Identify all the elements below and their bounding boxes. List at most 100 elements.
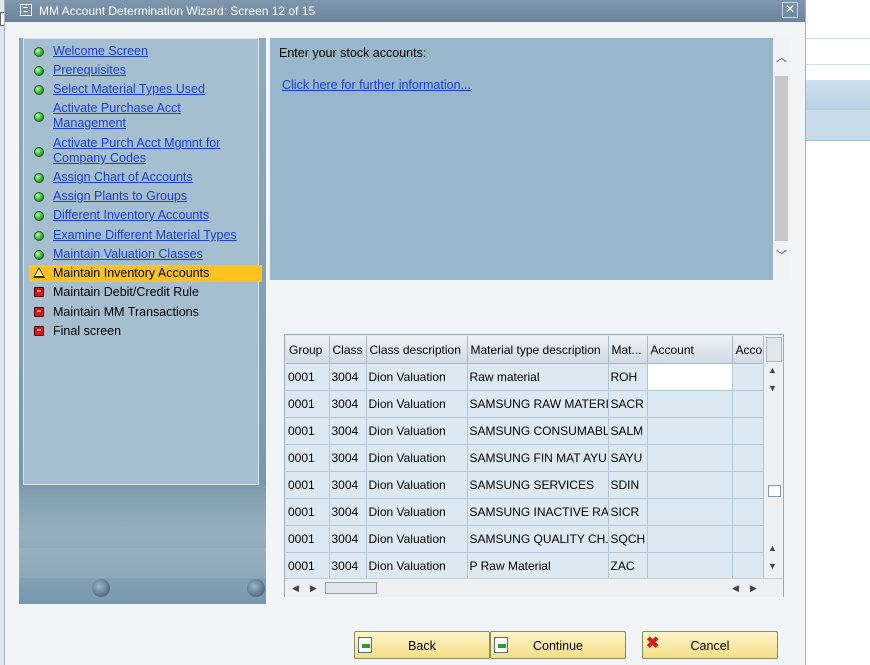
back-button[interactable]: Back [354,631,490,659]
scroll-up-icon[interactable]: ▲ [768,543,777,554]
table-cell: Dion Valuation [366,471,468,499]
table-cell: 3004 [329,471,367,499]
step-label: Maintain MM Transactions [53,305,199,319]
step-label[interactable]: Assign Plants to Groups [53,189,253,204]
table-cell: SICR [608,498,648,526]
scroll-right-icon[interactable]: ▶ [750,583,757,594]
step-label[interactable]: Examine Different Material Types [53,228,253,243]
background-toolbar [806,110,870,141]
step-label[interactable]: Activate Purch Acct Mgmnt for Company Co… [53,136,253,166]
table-row[interactable]: 0001 3004 Dion Valuation Raw material ROH [286,363,764,391]
account-cell[interactable] [732,444,764,472]
continue-button[interactable]: Continue [490,631,626,659]
scrollbar-thumb[interactable] [768,485,781,497]
table-row[interactable]: 0001 3004 Dion Valuation SAMSUNG RAW MATERI… [286,390,764,418]
account-cell[interactable] [732,525,764,553]
step-label[interactable]: Assign Chart of Accounts [53,170,253,185]
completed-status-icon [34,210,44,221]
step-label[interactable]: Different Inventory Accounts [53,208,253,223]
table-cell: 0001 [286,363,330,391]
account-input-cell[interactable] [647,552,733,580]
background-divider [806,64,870,65]
table-vertical-scrollbar[interactable]: ▲ ▼ ▲ ▼ [764,335,783,580]
table-row[interactable]: 0001 3004 Dion Valuation SAMSUNG SERVICES SD… [286,471,764,499]
table-cell: Dion Valuation [366,363,468,391]
account-cell[interactable] [732,417,764,445]
account-input-cell[interactable] [647,498,733,526]
account-cell[interactable] [732,498,764,526]
step-item[interactable]: Assign Chart of Accounts [29,169,262,186]
instruction-scrollbar[interactable]: ︿ ﹀ [773,38,790,280]
column-settings-button[interactable] [766,337,782,362]
step-label[interactable]: Prerequisites [53,63,253,78]
step-item[interactable]: Examine Different Material Types [29,227,262,244]
step-label[interactable]: Select Material Types Used [53,82,253,97]
table-cell: 0001 [286,444,330,472]
close-button[interactable]: ✕ [782,2,798,18]
step-item[interactable]: Select Material Types Used [29,81,262,98]
table-cell: Dion Valuation [366,390,468,418]
account-input-cell[interactable] [647,444,733,472]
scroll-left-icon[interactable]: ◀ [292,583,299,594]
column-header[interactable]: Class description [366,336,468,364]
table-cell: 0001 [286,498,330,526]
table-cell: SAMSUNG RAW MATERI... [467,390,609,418]
account-input-cell[interactable] [647,471,733,499]
scroll-down-icon[interactable]: ▼ [768,561,777,572]
completed-status-icon [34,65,44,76]
account-input-cell[interactable] [647,363,733,391]
scrollbar-thumb[interactable] [325,582,377,594]
column-header[interactable]: Acco [732,336,764,364]
table-cell: Dion Valuation [366,498,468,526]
completed-status-icon [34,146,44,157]
step-item[interactable]: Prerequisites [29,62,262,79]
scroll-right-icon[interactable]: ▶ [310,583,317,594]
table-cell: 3004 [329,552,367,580]
table-horizontal-scrollbar[interactable]: ◀ ▶ ◀ ▶ [285,578,783,597]
scrollbar-thumb[interactable] [775,76,788,241]
table-cell: 3004 [329,498,367,526]
scroll-down-icon[interactable]: ▼ [768,383,777,394]
step-item[interactable]: Activate Purch Acct Mgmnt for Company Co… [29,135,262,168]
table-row[interactable]: 0001 3004 Dion Valuation SAMSUNG FIN MAT AY… [286,444,764,472]
scroll-up-icon[interactable]: ︿ [776,53,787,64]
step-item[interactable]: Activate Purchase Acct Management [29,100,262,133]
scroll-up-icon[interactable]: ▲ [768,365,777,376]
account-cell[interactable] [732,390,764,418]
account-cell[interactable] [732,363,764,391]
step-item[interactable]: Assign Plants to Groups [29,188,262,205]
cancel-button[interactable]: ✖ Cancel [642,631,778,659]
account-input-cell[interactable] [647,525,733,553]
table-row[interactable]: 0001 3004 Dion Valuation SAMSUNG QUALITY CH… [286,525,764,553]
scroll-down-icon[interactable]: ﹀ [776,251,787,262]
table-cell: Dion Valuation [366,552,468,580]
table-row[interactable]: 0001 3004 Dion Valuation SAMSUNG INACTIVE R… [286,498,764,526]
step-label[interactable]: Activate Purchase Acct Management [53,101,253,131]
step-item[interactable]: Welcome Screen [29,43,262,60]
table-row[interactable]: 0001 3004 Dion Valuation SAMSUNG CONSUMABL.… [286,417,764,445]
table-cell: SAMSUNG CONSUMABL... [467,417,609,445]
column-header[interactable]: Mat... [608,336,648,364]
column-header[interactable]: Class [329,336,367,364]
step-item[interactable]: Different Inventory Accounts [29,207,262,224]
account-input-cell[interactable] [647,390,733,418]
column-header[interactable]: Account [647,336,733,364]
instruction-panel: Enter your stock accounts: Click here fo… [270,38,790,280]
completed-status-icon [34,84,44,95]
wizard-dialog: MM Account Determination Wizard: Screen … [4,0,806,665]
table-row[interactable]: 0001 3004 Dion Valuation P Raw Material ZAC [286,552,764,580]
account-input-cell[interactable] [647,417,733,445]
account-cell[interactable] [732,552,764,580]
table-cell: 0001 [286,525,330,553]
further-information-link[interactable]: Click here for further information... [282,78,471,92]
column-header[interactable]: Group [286,336,330,364]
step-label[interactable]: Maintain Valuation Classes [53,247,253,262]
accounts-grid: Group Class Class description Material type… [286,336,764,580]
step-item[interactable]: Maintain Valuation Classes [29,246,262,263]
step-label[interactable]: Welcome Screen [53,44,253,59]
table-cell: P Raw Material [467,552,609,580]
table-cell: 0001 [286,390,330,418]
account-cell[interactable] [732,471,764,499]
column-header[interactable]: Material type description [467,336,609,364]
scroll-left-icon[interactable]: ◀ [732,583,739,594]
